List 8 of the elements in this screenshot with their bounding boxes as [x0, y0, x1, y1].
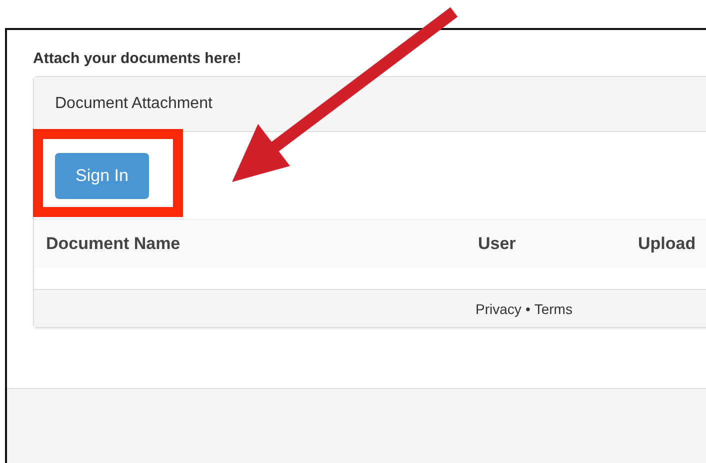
- column-header: User: [478, 234, 517, 254]
- footer-link[interactable]: Privacy: [476, 300, 522, 316]
- footer-link[interactable]: Terms: [534, 300, 572, 316]
- column-header: Upload: [638, 234, 697, 254]
- column-header: Document Name: [46, 234, 182, 254]
- separator-dot: •: [525, 300, 530, 316]
- panel-title: Document Attachment: [55, 95, 212, 113]
- page-heading: Attach your documents here!: [33, 50, 242, 67]
